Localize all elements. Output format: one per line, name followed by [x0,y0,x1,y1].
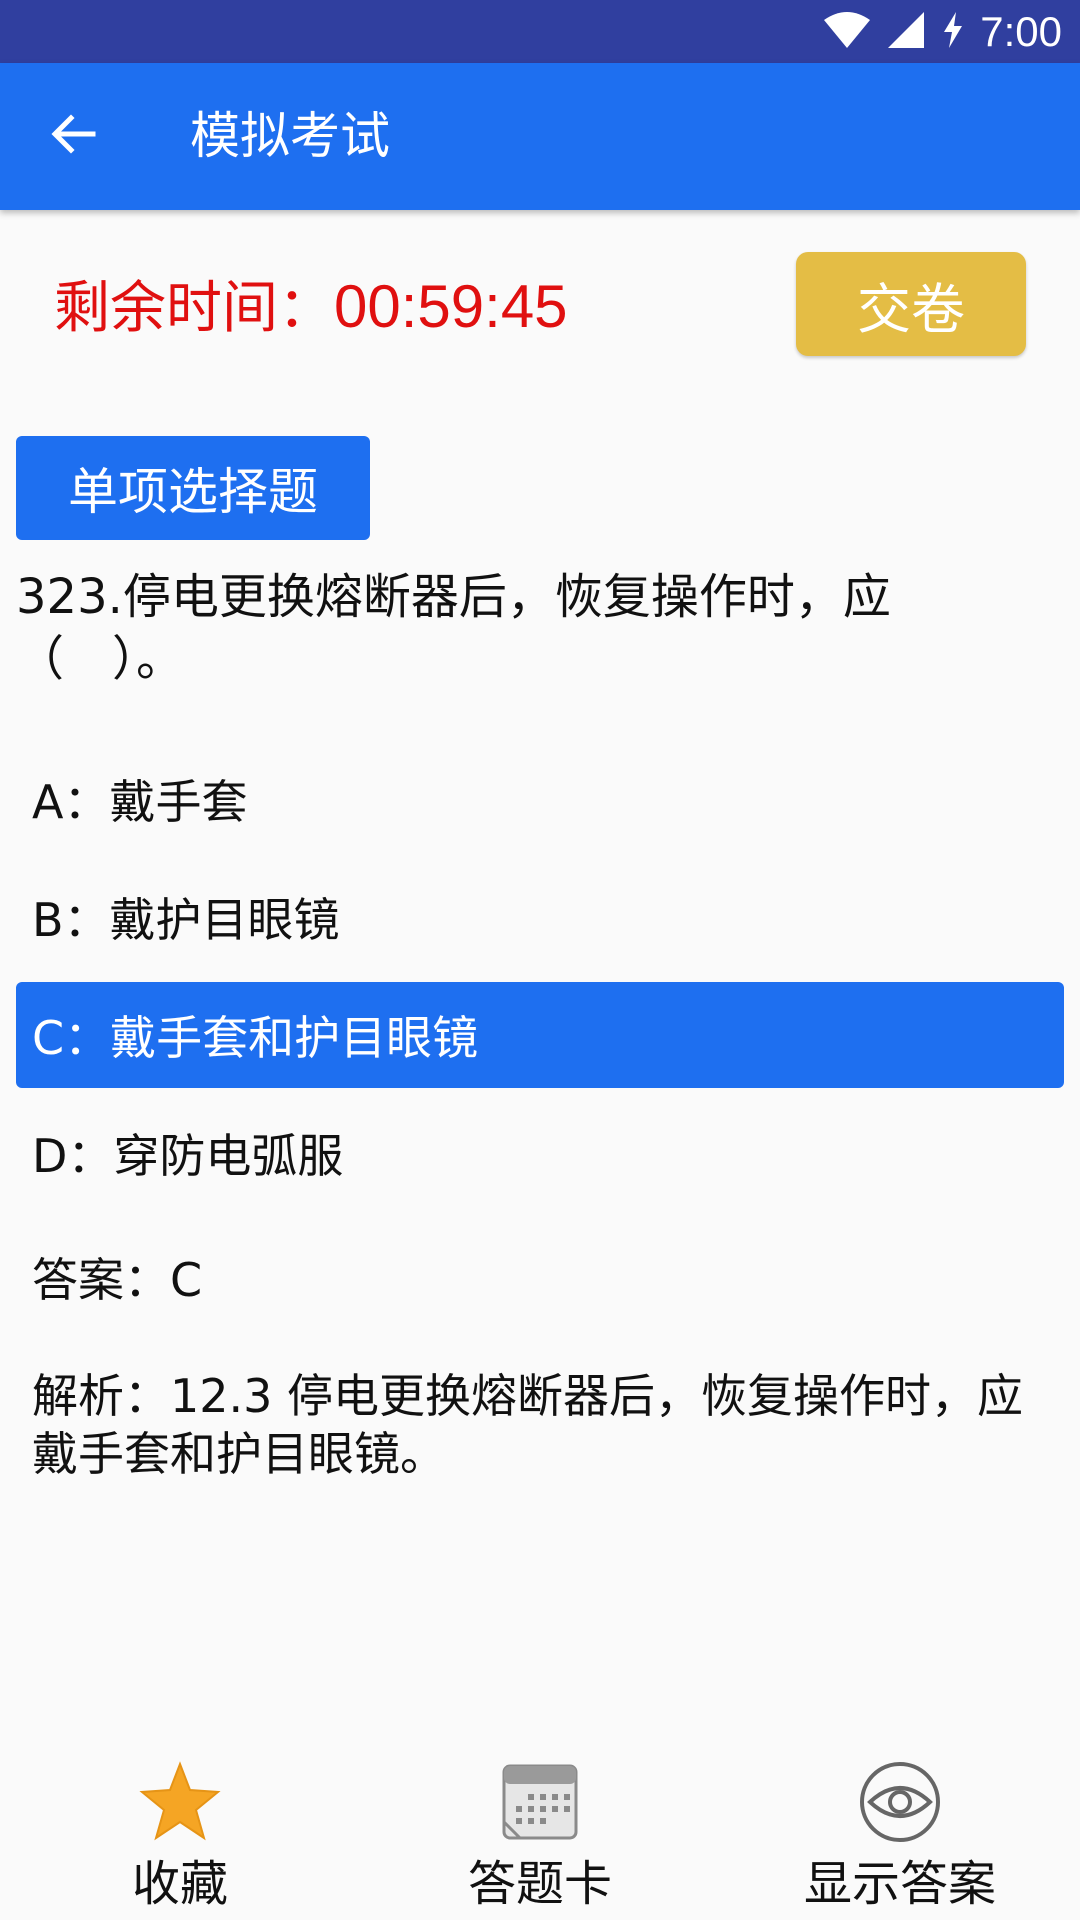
arrow-left-icon [49,110,97,162]
page-title: 模拟考试 [190,107,390,165]
signal-icon [886,10,926,54]
option-a[interactable]: A：戴手套 [16,746,1064,852]
remaining-time-label: 剩余时间： [54,276,334,341]
status-bar: 7:00 [0,0,1080,63]
bottom-nav: 收藏 答题卡 显示答案 [0,1740,1080,1920]
submit-exam-button[interactable]: 交卷 [796,252,1026,356]
options-list: A：戴手套 B：戴护目眼镜 C：戴手套和护目眼镜 D：穿防电弧服 [16,746,1064,1218]
status-icons: 7:00 [822,0,1062,63]
back-button[interactable] [40,103,106,169]
favorite-button[interactable]: 收藏 [0,1740,360,1920]
option-c[interactable]: C：戴手套和护目眼镜 [16,982,1064,1088]
answer-text: 答案：C [32,1253,203,1307]
star-icon [138,1760,222,1844]
app-bar: 模拟考试 [0,63,1080,210]
wifi-icon [822,10,872,54]
answer-card-button[interactable]: 答题卡 [360,1740,720,1920]
status-time: 7:00 [980,7,1062,55]
question-type-badge: 单项选择题 [16,436,370,540]
option-b[interactable]: B：戴护目眼镜 [16,864,1064,970]
show-answer-button[interactable]: 显示答案 [720,1740,1080,1920]
battery-charging-icon [940,10,966,54]
remaining-time: 剩余时间：00:59:45 [54,270,568,344]
eye-icon [858,1760,942,1844]
remaining-time-value: 00:59:45 [334,273,568,340]
answer-card-label: 答题卡 [467,1856,612,1912]
calendar-icon [498,1760,582,1844]
question-text: 323.停电更换熔断器后，恢复操作时，应（ ）。 [16,569,891,687]
show-answer-label: 显示答案 [803,1856,996,1912]
option-d[interactable]: D：穿防电弧服 [16,1100,1064,1206]
favorite-label: 收藏 [131,1856,228,1912]
analysis-text: 解析：12.3 停电更换熔断器后，恢复操作时，应戴手套和护目眼镜。 [32,1369,1024,1481]
